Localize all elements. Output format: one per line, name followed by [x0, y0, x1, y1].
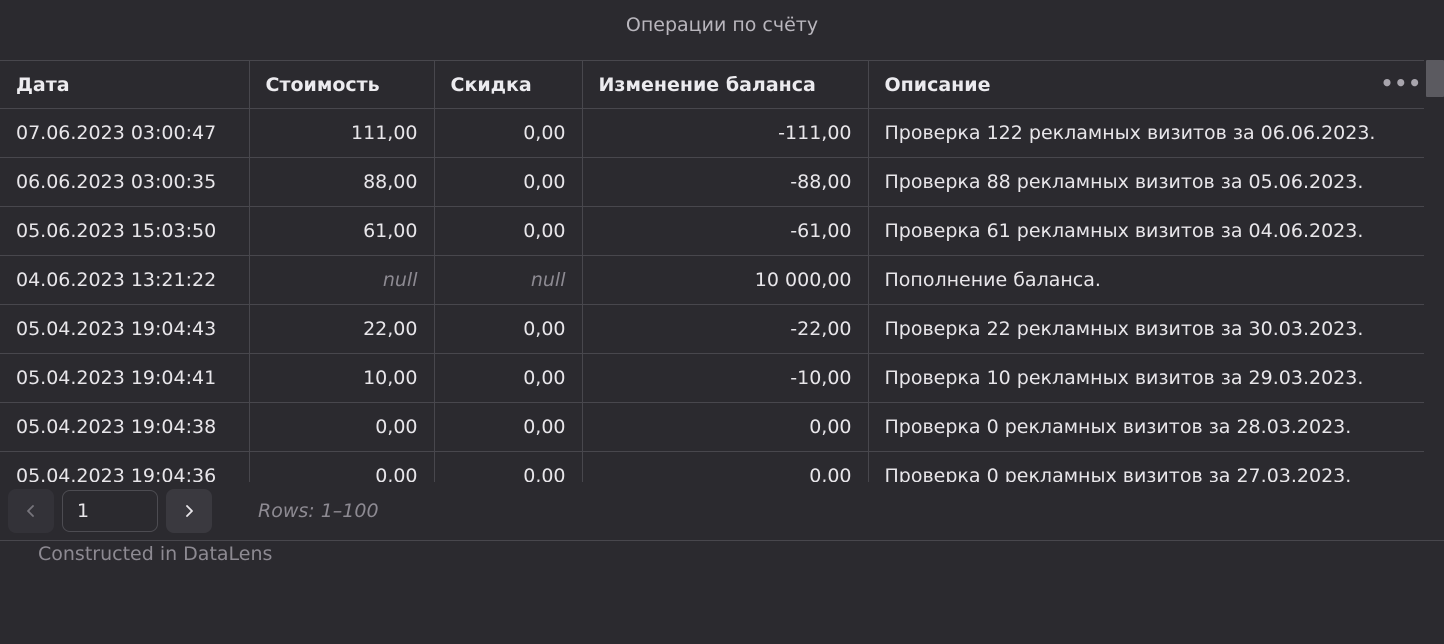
vertical-scrollbar[interactable] [1426, 60, 1444, 481]
table-header-row: Дата Стоимость Скидка Изменение баланса … [0, 61, 1424, 109]
widget-title: Операции по счёту [625, 14, 819, 36]
cell-balance-change: -61,00 [582, 206, 869, 256]
cell-discount: 0,00 [434, 304, 583, 354]
rows-range-label: Rows: 1–100 [258, 500, 379, 522]
cell-discount: 0,00 [434, 157, 583, 207]
next-page-button[interactable] [166, 489, 212, 533]
footer-divider [0, 540, 1444, 541]
column-header-balance-change[interactable]: Изменение баланса [582, 61, 869, 109]
cell-discount: 0,00 [434, 402, 583, 452]
column-header-cost[interactable]: Стоимость [249, 61, 435, 109]
dashboard-widget: Операции по счёту Дата Стоимость Скидка … [0, 0, 1444, 644]
cell-cost: 10,00 [249, 353, 435, 403]
prev-page-button[interactable] [8, 489, 54, 533]
table-row: 05.04.2023 19:04:43 22,00 0,00 -22,00 Пр… [0, 304, 1424, 354]
chevron-left-icon [27, 505, 34, 517]
cell-balance-change: -111,00 [582, 108, 869, 158]
cell-description: Проверка 122 рекламных визитов за 06.06.… [868, 108, 1424, 158]
cell-date: 05.04.2023 19:04:41 [0, 353, 250, 403]
cell-description: Проверка 0 рекламных визитов за 27.03.20… [868, 451, 1424, 482]
cell-description: Проверка 10 рекламных визитов за 29.03.2… [868, 353, 1424, 403]
cell-balance-change: -22,00 [582, 304, 869, 354]
cell-cost: 0,00 [249, 451, 435, 482]
cell-discount: 0,00 [434, 353, 583, 403]
table-row: 07.06.2023 03:00:47 111,00 0,00 -111,00 … [0, 108, 1424, 158]
footer-credit: Constructed in DataLens [38, 543, 273, 565]
cell-discount: 0,00 [434, 206, 583, 256]
cell-date: 05.04.2023 19:04:43 [0, 304, 250, 354]
scrollbar-thumb[interactable] [1426, 60, 1444, 97]
cell-balance-change: 10 000,00 [582, 255, 869, 305]
cell-date: 05.06.2023 15:03:50 [0, 206, 250, 256]
cell-date: 07.06.2023 03:00:47 [0, 108, 250, 158]
cell-balance-change: 0,00 [582, 451, 869, 482]
operations-table: Дата Стоимость Скидка Изменение баланса … [0, 61, 1424, 482]
table-row: 05.04.2023 19:04:36 0,00 0,00 0,00 Прове… [0, 451, 1424, 482]
table-row: 05.04.2023 19:04:38 0,00 0,00 0,00 Прове… [0, 402, 1424, 452]
cell-balance-change: -10,00 [582, 353, 869, 403]
cell-description: Проверка 88 рекламных визитов за 05.06.2… [868, 157, 1424, 207]
cell-date: 05.04.2023 19:04:38 [0, 402, 250, 452]
cell-cost: 111,00 [249, 108, 435, 158]
table-row: 06.06.2023 03:00:35 88,00 0,00 -88,00 Пр… [0, 157, 1424, 207]
column-header-date[interactable]: Дата [0, 61, 250, 109]
cell-cost: 61,00 [249, 206, 435, 256]
cell-description: Проверка 22 рекламных визитов за 30.03.2… [868, 304, 1424, 354]
cell-discount: null [434, 255, 583, 305]
cell-cost: 0,00 [249, 402, 435, 452]
cell-cost: 22,00 [249, 304, 435, 354]
chevron-right-icon [186, 505, 193, 517]
table-row: 05.06.2023 15:03:50 61,00 0,00 -61,00 Пр… [0, 206, 1424, 256]
cell-date: 05.04.2023 19:04:36 [0, 451, 250, 482]
cell-description: Проверка 61 рекламных визитов за 04.06.2… [868, 206, 1424, 256]
cell-description: Пополнение баланса. [868, 255, 1424, 305]
cell-discount: 0,00 [434, 451, 583, 482]
more-horizontal-icon[interactable]: ••• [1381, 71, 1422, 95]
cell-discount: 0,00 [434, 108, 583, 158]
column-header-discount[interactable]: Скидка [434, 61, 583, 109]
cell-cost: 88,00 [249, 157, 435, 207]
operations-table-container: Дата Стоимость Скидка Изменение баланса … [0, 60, 1424, 482]
cell-balance-change: -88,00 [582, 157, 869, 207]
column-header-description[interactable]: Описание ••• [868, 61, 1424, 109]
cell-date: 06.06.2023 03:00:35 [0, 157, 250, 207]
table-row: 04.06.2023 13:21:22 null null 10 000,00 … [0, 255, 1424, 305]
table-row: 05.04.2023 19:04:41 10,00 0,00 -10,00 Пр… [0, 353, 1424, 403]
cell-date: 04.06.2023 13:21:22 [0, 255, 250, 305]
pagination: Rows: 1–100 [8, 489, 379, 533]
cell-description: Проверка 0 рекламных визитов за 28.03.20… [868, 402, 1424, 452]
cell-balance-change: 0,00 [582, 402, 869, 452]
cell-cost: null [249, 255, 435, 305]
page-number-input[interactable] [62, 490, 158, 532]
